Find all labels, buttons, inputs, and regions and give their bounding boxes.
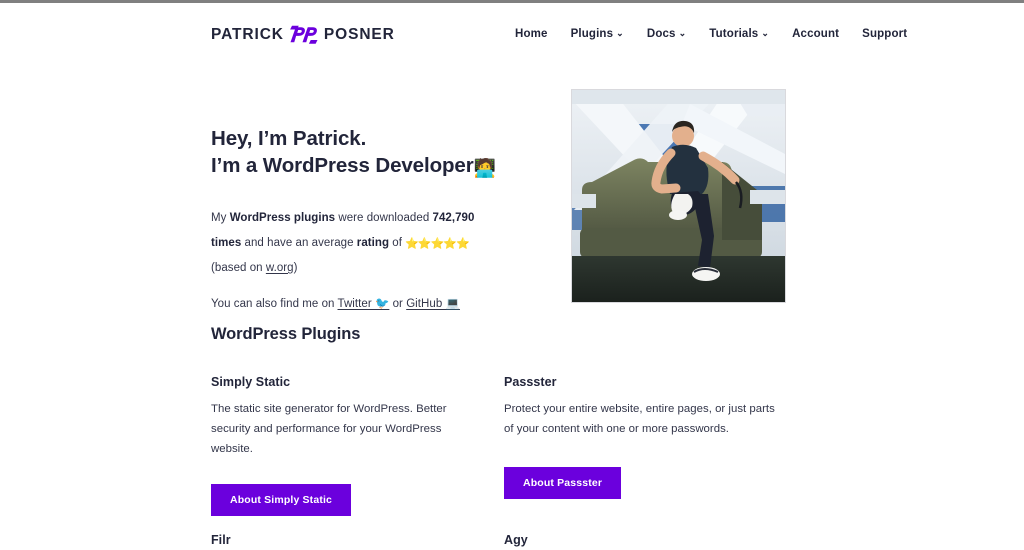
plugin-title: Passster (504, 375, 557, 389)
chevron-down-icon: ⌄ (616, 27, 624, 38)
nav-label-docs: Docs (646, 28, 676, 40)
stats-text-5: (based on (211, 261, 266, 274)
plugin-title: Filr (211, 533, 231, 547)
social-text-1: You can also find me on (211, 298, 338, 311)
hero-text-block: Hey, I’m Patrick. I’m a WordPress Develo… (211, 125, 511, 317)
star-rating-icons: ⭐⭐⭐⭐⭐ (405, 237, 469, 250)
about-simply-static-button[interactable]: About Simply Static (211, 483, 352, 517)
page-root: PATRICK POSNER Home Plugins ⌄ Docs ⌄ Tut… (0, 3, 1024, 550)
main-navigation: Home Plugins ⌄ Docs ⌄ Tutorials ⌄ Accoun… (515, 28, 907, 40)
logo-text-patrick: PATRICK (211, 26, 284, 44)
plugin-description: The static site generator for WordPress.… (211, 403, 447, 455)
page-title: Hey, I’m Patrick. I’m a WordPress Develo… (211, 125, 511, 181)
stats-text-3: and have an average (241, 236, 357, 249)
hero-title-line-2: I’m a WordPress Developer (211, 154, 474, 178)
nav-label-account: Account (792, 28, 840, 40)
github-link[interactable]: GitHub 💻 (406, 298, 460, 310)
pp-monogram-logo-icon (289, 25, 319, 45)
hero-title-line-1: Hey, I’m Patrick. (211, 127, 367, 150)
nav-item-tutorials[interactable]: Tutorials ⌄ (709, 28, 769, 40)
stats-bold-rating: rating (356, 236, 390, 249)
nav-item-account[interactable]: Account (792, 28, 839, 40)
plugin-title: Agy (504, 533, 528, 547)
hero-social-paragraph: You can also find me on Twitter 🐦 or Git… (211, 292, 511, 316)
stats-text-6: ) (293, 261, 298, 274)
plugin-title: Simply Static (211, 375, 291, 389)
stats-text-2: were downloaded (335, 212, 433, 225)
chevron-down-icon: ⌄ (761, 27, 770, 38)
plugin-card-filr: Filr (211, 533, 503, 547)
logo-text-posner: POSNER (323, 26, 395, 44)
site-logo[interactable]: PATRICK POSNER (211, 25, 395, 45)
worg-link[interactable]: w.org (266, 262, 294, 274)
about-passster-button[interactable]: About Passster (504, 466, 622, 500)
plugin-description: Protect your entire website, entire page… (504, 403, 775, 435)
hero-portrait-photo (571, 89, 786, 303)
stats-bold-plugins: WordPress plugins (229, 212, 336, 225)
nav-item-home[interactable]: Home (515, 28, 548, 40)
stats-text-1: My (211, 212, 230, 225)
nav-label-tutorials: Tutorials (709, 28, 759, 40)
site-header: PATRICK POSNER Home Plugins ⌄ Docs ⌄ Tut… (0, 3, 1024, 69)
hero-stats-paragraph: My WordPress plugins were downloaded 742… (211, 206, 499, 280)
plugin-card-passster: Passster Protect your entire website, en… (504, 375, 796, 500)
nav-item-plugins[interactable]: Plugins ⌄ (571, 28, 624, 40)
nav-label-support: Support (862, 28, 908, 40)
nav-label-home: Home (515, 28, 548, 40)
stats-text-4: of (389, 236, 406, 249)
plugin-card-simply-static: Simply Static The static site generator … (211, 375, 503, 517)
nav-label-plugins: Plugins (570, 28, 614, 40)
twitter-link[interactable]: Twitter 🐦 (338, 298, 390, 310)
plugin-card-agy: Agy (504, 533, 796, 547)
social-text-2: or (389, 298, 407, 311)
chevron-down-icon: ⌄ (678, 27, 687, 38)
technologist-emoji-icon: 🧑‍💻 (473, 158, 496, 179)
plugins-section-title: WordPress Plugins (211, 325, 361, 343)
nav-item-support[interactable]: Support (862, 28, 907, 40)
nav-item-docs[interactable]: Docs ⌄ (647, 28, 686, 40)
